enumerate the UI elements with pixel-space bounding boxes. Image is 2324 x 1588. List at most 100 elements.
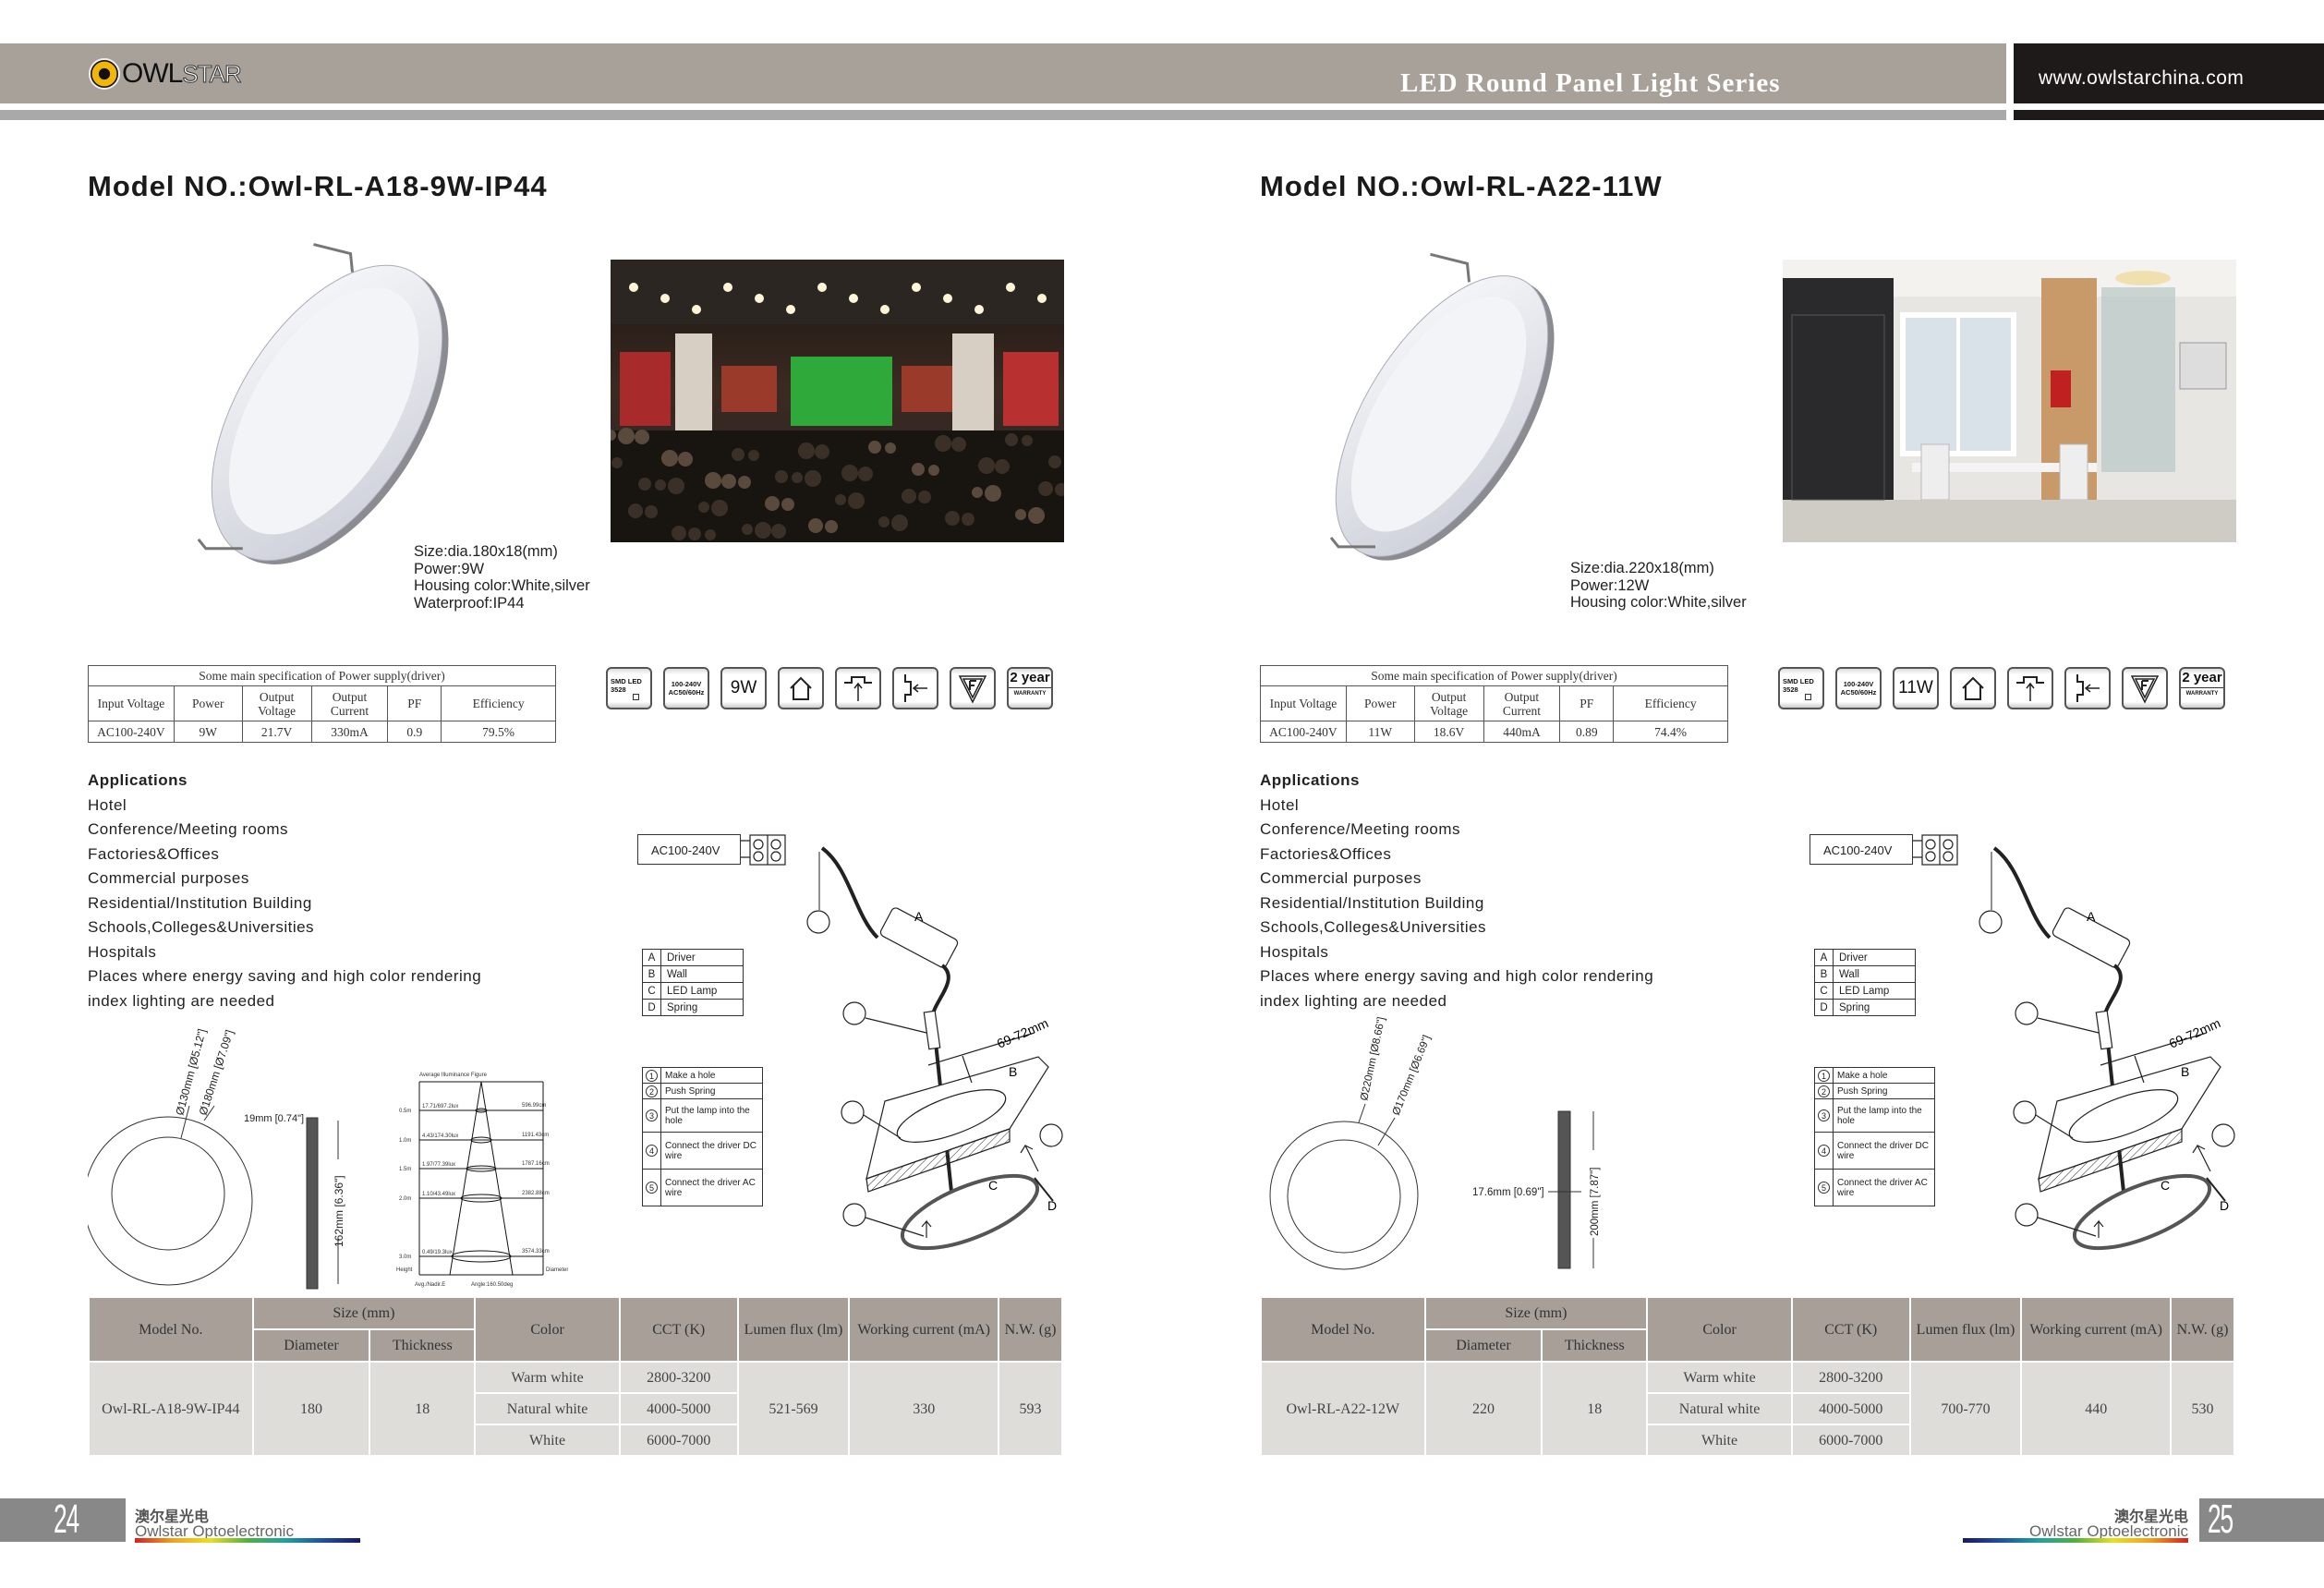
- warranty-label: WARRANTY: [2181, 687, 2223, 699]
- illuminance-height: 3.0m: [399, 1255, 411, 1260]
- dimension-drawing: Ø220mm [Ø8.66"] Ø170mm [Ø6.69"] 17.6mm […: [1269, 1016, 1601, 1270]
- illuminance-lux: 0.49/19.3lux: [422, 1250, 453, 1255]
- header-cct: CCT (K): [618, 1296, 739, 1363]
- step-label: Connect the driver AC wire: [1833, 1169, 1935, 1206]
- header-color: Color: [1646, 1296, 1793, 1363]
- callout-letter-d: D: [2220, 1198, 2229, 1213]
- step-callout-circle: [806, 910, 830, 934]
- application-item: Commercial purposes: [1260, 869, 1422, 887]
- header-model: Model No.: [1260, 1296, 1426, 1363]
- f-mark-icon: [950, 667, 996, 709]
- callout-letter-b: B: [1009, 1064, 1017, 1079]
- cell-current: 330: [848, 1361, 1000, 1457]
- illuminance-lux: 1.97/77.39lux: [422, 1162, 455, 1168]
- step-label: Connect the driver DC wire: [1833, 1132, 1935, 1170]
- step-callout-circle: [842, 1001, 866, 1025]
- header-thickness: Thickness: [369, 1328, 477, 1363]
- cell-thickness: 18: [369, 1361, 477, 1457]
- cell-diameter: 180: [251, 1361, 371, 1457]
- application-item: Factories&Offices: [1260, 844, 1392, 863]
- terminal-block: [1921, 834, 1958, 866]
- arrow-up-icon: [1020, 1144, 1039, 1172]
- driver-table-header: Efficiency: [441, 685, 556, 721]
- cell-lumen: 521-569: [736, 1361, 851, 1457]
- ac-wires: [741, 840, 750, 858]
- part-key: B: [1814, 965, 1834, 983]
- driver-table-cell: 79.5%: [441, 721, 556, 743]
- part-key: C: [1814, 982, 1834, 1000]
- application-item: Residential/Institution Building: [1260, 893, 1484, 912]
- step-number: 4: [1818, 1145, 1830, 1157]
- callout-letter-a: A: [914, 909, 924, 924]
- dc-connector: [923, 1010, 941, 1050]
- led-panel-product-image: [197, 243, 449, 564]
- driver-table-caption: Some main specification of Power supply(…: [1260, 665, 1728, 686]
- driver-box: [879, 907, 959, 968]
- header-diameter: Diameter: [1423, 1328, 1543, 1363]
- driver-table-header: PF: [387, 685, 442, 721]
- smd-led-icon: SMD LED 3528: [606, 667, 652, 709]
- spec-line: Housing color:White,silver: [414, 577, 590, 594]
- driver-spec-table: Some main specification of Power supply(…: [1260, 665, 1728, 743]
- spec-line: Waterproof:IP44: [414, 594, 525, 612]
- dining-room-photo: [1783, 260, 2236, 542]
- wall-slab: [865, 1056, 1049, 1180]
- cell-cct: 2800-3200: [618, 1361, 739, 1394]
- warranty-icon: 2 year WARRANTY: [2179, 667, 2225, 709]
- step-number: 5: [646, 1182, 658, 1194]
- part-label: Spring: [660, 999, 744, 1016]
- step-number: 1: [646, 1069, 658, 1082]
- application-item: Conference/Meeting rooms: [88, 820, 289, 838]
- illuminance-diameter: 1787.16cm: [522, 1161, 550, 1167]
- wall-slab: [2038, 1056, 2221, 1180]
- part-label: Wall: [660, 965, 744, 983]
- cutout-dimension: 69-72mm: [995, 1015, 1051, 1051]
- cell-cct: 4000-5000: [1790, 1392, 1911, 1425]
- step-number: 4: [646, 1145, 658, 1157]
- step-number: 2: [1818, 1085, 1830, 1097]
- warranty-years: 2 year: [2182, 670, 2222, 685]
- application-item: Schools,Colleges&Universities: [1260, 918, 1487, 936]
- led-panel-product-image: [1329, 252, 1555, 561]
- cell-nw: 593: [998, 1361, 1063, 1457]
- application-item: index lighting are needed: [88, 991, 275, 1010]
- applications-list: Applications Hotel Conference/Meeting room…: [1260, 769, 1653, 1013]
- side-insert-icon: [2064, 667, 2111, 709]
- driver-table-header: Efficiency: [1613, 685, 1728, 721]
- driver-table-cell: AC100-240V: [88, 721, 175, 743]
- header-thickness: Thickness: [1541, 1328, 1649, 1363]
- step-label: Connect the driver DC wire: [660, 1132, 763, 1170]
- cell-color: Natural white: [474, 1392, 621, 1425]
- f-mark-icon: [2122, 667, 2168, 709]
- header-current: Working current (mA): [848, 1296, 1000, 1363]
- driver-table-header: Output Voltage: [1413, 685, 1484, 721]
- indoor-house-icon: [778, 667, 824, 709]
- illuminance-diameter: 1191.43cm: [522, 1133, 549, 1138]
- illuminance-diameter: 2382.88cm: [522, 1191, 550, 1196]
- height-label: 200mm [7.87"]: [1590, 1168, 1601, 1236]
- voltage-range: 100-240V: [1843, 680, 1874, 688]
- illuminance-lux: 4.43/174.30lux: [422, 1133, 458, 1139]
- part-key: C: [642, 982, 661, 1000]
- applications-list: Applications Hotel Conference/Meeting room…: [88, 769, 481, 1013]
- inner-diameter-label: Ø170mm [Ø6.69"]: [1391, 1034, 1434, 1117]
- header-diameter: Diameter: [251, 1328, 371, 1363]
- feature-icon-row: SMD LED 3528 100-240V AC50/60Hz 11W 2 year…: [1778, 667, 2236, 709]
- cell-color: Natural white: [1646, 1392, 1793, 1425]
- page-number-right: 25: [2208, 1497, 2233, 1542]
- spec-summary: Size:dia.220x18(mm) Power:12W Housing colo…: [1570, 560, 1747, 612]
- smd-led-code: 3528: [611, 685, 626, 694]
- applications-title: Applications: [1260, 771, 1361, 789]
- step-callout-circle: [2015, 1001, 2039, 1025]
- side-profile: [1557, 1110, 1571, 1269]
- callout-letter-d: D: [1047, 1198, 1057, 1213]
- spec-line: Power:12W: [1570, 576, 1650, 594]
- installation-steps-table: 1 Make a hole 2 Push Spring 3 Put the lamp in…: [1814, 1067, 1935, 1206]
- step-label: Connect the driver AC wire: [660, 1169, 763, 1206]
- rainbow-bar-right: [1963, 1538, 2188, 1543]
- application-item: Commercial purposes: [88, 869, 249, 887]
- power-icon: 9W: [720, 667, 767, 709]
- step-callout-circle: [1979, 910, 2003, 934]
- header-size: Size (mm): [1423, 1296, 1649, 1330]
- application-item: Hotel: [1260, 795, 1300, 814]
